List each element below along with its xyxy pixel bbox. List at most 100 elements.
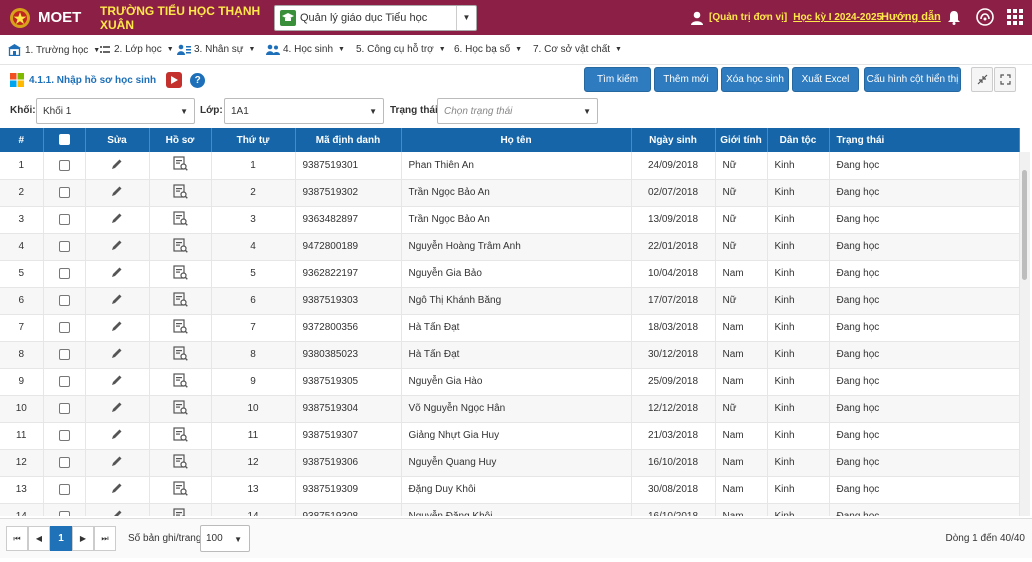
- edit-cell[interactable]: [85, 206, 150, 234]
- edit-cell[interactable]: [85, 476, 150, 504]
- col-header-ethnic[interactable]: Dân tộc: [767, 128, 830, 152]
- row-checkbox[interactable]: [58, 429, 70, 441]
- guide-link[interactable]: Hướng dẫn: [881, 11, 941, 23]
- profile-cell[interactable]: [149, 395, 212, 423]
- profile-search-icon[interactable]: [172, 291, 188, 310]
- profile-cell[interactable]: [149, 179, 212, 207]
- pencil-icon[interactable]: [111, 375, 123, 389]
- menu-item-co-so-vat-chat[interactable]: 7. Cơ sở vật chất ▼: [533, 44, 622, 55]
- profile-cell[interactable]: [149, 206, 212, 234]
- profile-search-icon[interactable]: [172, 183, 188, 202]
- table-row[interactable]: 1 1 9387519301 Phan Thiên An 24/09/2018 Nữ Kin…: [0, 152, 1020, 180]
- profile-search-icon[interactable]: [172, 372, 188, 391]
- next-page-button[interactable]: ▶: [72, 526, 94, 551]
- edit-cell[interactable]: [85, 421, 150, 450]
- row-checkbox-cell[interactable]: [43, 233, 86, 261]
- grade-select[interactable]: Khối 1 ▼: [36, 98, 195, 124]
- term-link[interactable]: Học kỳ I 2024-2025: [793, 12, 882, 23]
- edit-cell[interactable]: [85, 314, 150, 342]
- profile-search-icon[interactable]: [172, 210, 188, 229]
- table-row[interactable]: 13 13 9387519309 Đặng Duy Khôi 30/08/2018 Nam…: [0, 476, 1020, 504]
- row-checkbox-cell[interactable]: [43, 260, 86, 288]
- table-row[interactable]: 6 6 9387519303 Ngô Thị Khánh Băng 17/07/2018…: [0, 286, 1020, 315]
- pencil-icon[interactable]: [111, 429, 123, 443]
- pencil-icon[interactable]: [111, 456, 123, 470]
- pencil-icon[interactable]: [111, 159, 123, 173]
- row-checkbox[interactable]: [58, 483, 70, 495]
- first-page-button[interactable]: ⏮: [6, 526, 28, 551]
- pencil-icon[interactable]: [111, 267, 123, 281]
- row-checkbox[interactable]: [58, 213, 70, 225]
- profile-cell[interactable]: [149, 449, 212, 477]
- table-row[interactable]: 8 8 9380385023 Hà Tấn Đạt 30/12/2018 Nam Kinh Đ…: [0, 341, 1020, 369]
- profile-cell[interactable]: [149, 314, 212, 342]
- menu-item-hoc-ba-so[interactable]: 6. Học bạ số ▼: [454, 44, 522, 55]
- row-checkbox-cell[interactable]: [43, 395, 86, 423]
- table-row[interactable]: 4 4 9472800189 Nguyễn Hoàng Trâm Anh 22/01/2…: [0, 233, 1020, 261]
- profile-cell[interactable]: [149, 476, 212, 504]
- table-row[interactable]: 2 2 9387519302 Trần Ngọc Bảo An 02/07/2018 Nữ…: [0, 179, 1020, 207]
- col-header-name[interactable]: Họ tên: [401, 128, 632, 152]
- profile-cell[interactable]: [149, 421, 212, 450]
- table-row[interactable]: 9 9 9387519305 Nguyễn Gia Hào 25/09/2018 Nam K…: [0, 368, 1020, 396]
- row-checkbox-cell[interactable]: [43, 286, 86, 315]
- profile-search-icon[interactable]: [172, 507, 188, 516]
- col-header-status[interactable]: Trạng thái: [829, 128, 1020, 152]
- edit-cell[interactable]: [85, 179, 150, 207]
- row-checkbox-cell[interactable]: [43, 368, 86, 396]
- row-checkbox-cell[interactable]: [43, 476, 86, 504]
- row-checkbox[interactable]: [58, 321, 70, 333]
- collapse-icon[interactable]: [971, 67, 993, 92]
- page-number-button[interactable]: 1: [50, 526, 72, 551]
- select-all-checkbox[interactable]: [58, 134, 70, 146]
- col-header-index[interactable]: #: [0, 128, 44, 152]
- chevron-down-icon[interactable]: ▼: [456, 5, 476, 30]
- profile-cell[interactable]: [149, 341, 212, 369]
- help-icon[interactable]: ?: [190, 72, 206, 88]
- profile-search-icon[interactable]: [172, 318, 188, 337]
- pencil-icon[interactable]: [111, 213, 123, 227]
- menu-item-hoc-sinh[interactable]: 4. Học sinh ▼: [266, 44, 345, 55]
- pencil-icon[interactable]: [111, 321, 123, 335]
- col-header-select-all[interactable]: [43, 128, 86, 152]
- col-header-dob[interactable]: Ngày sinh: [631, 128, 716, 152]
- column-config-button[interactable]: Cấu hình cột hiển thị: [864, 67, 961, 92]
- table-row[interactable]: 12 12 9387519306 Nguyễn Quang Huy 16/10/2018…: [0, 449, 1020, 477]
- col-header-edit[interactable]: Sửa: [85, 128, 150, 152]
- status-select[interactable]: Chọn trạng thái ▼: [437, 98, 598, 124]
- row-checkbox-cell[interactable]: [43, 179, 86, 207]
- edit-cell[interactable]: [85, 260, 150, 288]
- fullscreen-icon[interactable]: [994, 67, 1016, 92]
- table-row[interactable]: 14149387519308Nguyễn Đăng Khôi16/10/2018…: [0, 503, 1020, 516]
- edit-cell[interactable]: [85, 449, 150, 477]
- row-checkbox[interactable]: [58, 267, 70, 279]
- row-checkbox[interactable]: [58, 510, 70, 516]
- profile-search-icon[interactable]: [172, 264, 188, 283]
- page-size-select[interactable]: 100 ▼: [200, 525, 250, 552]
- edit-cell[interactable]: [85, 503, 150, 516]
- col-header-id[interactable]: Mã định danh: [295, 128, 402, 152]
- pencil-icon[interactable]: [111, 510, 123, 516]
- row-checkbox[interactable]: [58, 375, 70, 387]
- class-select[interactable]: 1A1 ▼: [224, 98, 384, 124]
- col-header-gender[interactable]: Giới tính: [715, 128, 768, 152]
- export-excel-button[interactable]: Xuất Excel: [792, 67, 859, 92]
- edit-cell[interactable]: [85, 341, 150, 369]
- row-checkbox-cell[interactable]: [43, 152, 86, 180]
- pencil-icon[interactable]: [111, 240, 123, 254]
- row-checkbox-cell[interactable]: [43, 314, 86, 342]
- table-row[interactable]: 7 7 9372800356 Hà Tấn Đạt 18/03/2018 Nam Kinh Đ…: [0, 314, 1020, 342]
- pencil-icon[interactable]: [111, 348, 123, 362]
- scrollbar-thumb[interactable]: [1022, 170, 1027, 280]
- edit-cell[interactable]: [85, 368, 150, 396]
- profile-cell[interactable]: [149, 233, 212, 261]
- apps-grid-icon[interactable]: [1006, 8, 1024, 26]
- row-checkbox-cell[interactable]: [43, 341, 86, 369]
- table-row[interactable]: 5 5 9362822197 Nguyễn Gia Bảo 10/04/2018 Nam K…: [0, 260, 1020, 288]
- profile-search-icon[interactable]: [172, 399, 188, 418]
- edit-cell[interactable]: [85, 395, 150, 423]
- edit-cell[interactable]: [85, 286, 150, 315]
- profile-cell[interactable]: [149, 260, 212, 288]
- row-checkbox-cell[interactable]: [43, 503, 86, 516]
- profile-search-icon[interactable]: [172, 453, 188, 472]
